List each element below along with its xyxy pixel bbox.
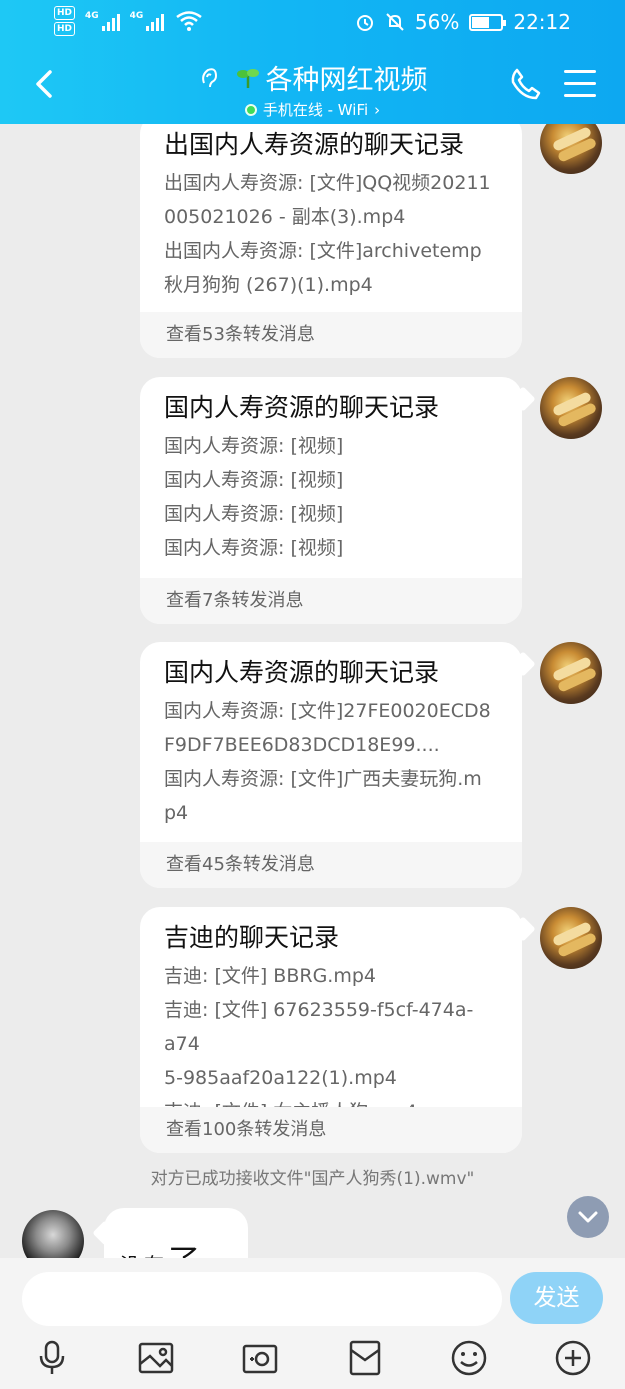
card-line: 国内人寿资源: [视频] xyxy=(164,435,344,457)
sprout-icon xyxy=(236,68,259,88)
forward-card[interactable]: 吉迪的聊天记录 吉迪: [文件] BBRG.mp4 吉迪: [文件] 67623… xyxy=(140,907,522,1153)
wifi-icon xyxy=(176,11,203,31)
menu-icon[interactable] xyxy=(564,70,596,98)
sender-avatar[interactable] xyxy=(540,377,602,439)
signal-icon: 4G xyxy=(85,11,120,31)
view-forwarded-link[interactable]: 查看100条转发消息 xyxy=(140,1107,522,1153)
chevron-down-icon xyxy=(578,1211,598,1223)
sender-avatar[interactable] xyxy=(540,907,602,969)
card-line: 吉迪: [文件] 67623559-f5cf-474a-a74 xyxy=(164,999,474,1055)
status-bar: HD HD 4G 4G 56% 22:12 xyxy=(0,0,625,46)
card-title: 吉迪的聊天记录 xyxy=(164,923,340,952)
image-icon[interactable] xyxy=(136,1338,176,1378)
card-line: 国内人寿资源: [视频] xyxy=(164,503,344,525)
view-forwarded-link[interactable]: 查看7条转发消息 xyxy=(140,578,522,624)
signal-icon-2: 4G xyxy=(130,11,165,31)
handwritten-image: 没有了吗 xyxy=(120,1236,219,1258)
input-bar: 发送 xyxy=(0,1258,625,1389)
forward-card[interactable]: 出国内人寿资源的聊天记录 出国内人寿资源: [文件]QQ视频20211 0050… xyxy=(140,124,522,358)
view-forwarded-link[interactable]: 查看45条转发消息 xyxy=(140,842,522,888)
card-line: 出国内人寿资源: [文件]archivetemp xyxy=(164,240,482,262)
plus-icon[interactable] xyxy=(553,1338,593,1378)
send-button[interactable]: 发送 xyxy=(510,1272,603,1324)
red-packet-icon[interactable] xyxy=(345,1338,385,1378)
online-dot-icon xyxy=(244,103,257,116)
message-list[interactable]: 出国内人寿资源的聊天记录 出国内人寿资源: [文件]QQ视频20211 0050… xyxy=(0,124,625,1258)
image-message-bubble[interactable]: 没有了吗 xyxy=(104,1208,248,1258)
battery-icon xyxy=(469,13,507,31)
card-line: 出国内人寿资源: [文件]QQ视频20211 xyxy=(164,172,491,194)
sender-avatar[interactable] xyxy=(540,124,602,174)
chevron-right-icon: › xyxy=(374,100,381,119)
forward-card[interactable]: 国内人寿资源的聊天记录 国内人寿资源: [视频] 国内人寿资源: [视频] 国内… xyxy=(140,377,522,624)
card-line: 国内人寿资源: [视频] xyxy=(164,537,344,559)
alarm-icon xyxy=(356,15,373,31)
card-line: 国内人寿资源: [视频] xyxy=(164,469,344,491)
battery-percent: 56% xyxy=(414,10,460,34)
contact-avatar[interactable] xyxy=(22,1210,84,1258)
camera-icon[interactable] xyxy=(240,1338,280,1378)
microphone-icon[interactable] xyxy=(32,1338,72,1378)
scroll-down-button[interactable] xyxy=(567,1196,609,1238)
card-line: F9DF7BEE6D83DCD18E99.... xyxy=(164,734,440,756)
phone-icon[interactable] xyxy=(508,66,544,102)
mute-bell-icon xyxy=(386,13,404,31)
card-line: 5-985aaf20a122(1).mp4 xyxy=(164,1067,397,1089)
chat-title: 各种网红视频 xyxy=(265,65,428,96)
ear-icon xyxy=(201,67,217,87)
online-status: 手机在线 - WiFi xyxy=(262,101,369,119)
signal-indicators: HD HD 4G 4G xyxy=(54,6,203,36)
view-forwarded-link[interactable]: 查看53条转发消息 xyxy=(140,312,522,358)
card-line: 秋月狗狗 (267)(1).mp4 xyxy=(164,274,373,296)
card-line: 005021026 - 副本(3).mp4 xyxy=(164,206,406,228)
forward-card[interactable]: 国内人寿资源的聊天记录 国内人寿资源: [文件]27FE0020ECD8 F9D… xyxy=(140,642,522,888)
card-title: 国内人寿资源的聊天记录 xyxy=(164,393,440,422)
header-bar: HD HD 4G 4G 56% 22:12 各种网红视频 手机在线 - WiFi… xyxy=(0,0,625,124)
card-title: 出国内人寿资源的聊天记录 xyxy=(164,130,465,159)
emoji-icon[interactable] xyxy=(449,1338,489,1378)
card-title: 国内人寿资源的聊天记录 xyxy=(164,658,440,687)
status-right: 56% 22:12 xyxy=(355,10,571,34)
system-note: 对方已成功接收文件"国产人狗秀(1).wmv" xyxy=(150,1169,475,1189)
card-line: 吉迪: [文件] BBRG.mp4 xyxy=(164,965,376,987)
clock: 22:12 xyxy=(513,10,571,34)
hd-icon: HD HD xyxy=(54,6,76,36)
message-input[interactable] xyxy=(22,1272,502,1326)
card-line: 国内人寿资源: [文件]广西夫妻玩狗.m xyxy=(164,768,482,790)
card-line: p4 xyxy=(164,802,189,824)
sender-avatar[interactable] xyxy=(540,642,602,704)
card-line: 国内人寿资源: [文件]27FE0020ECD8 xyxy=(164,700,491,722)
